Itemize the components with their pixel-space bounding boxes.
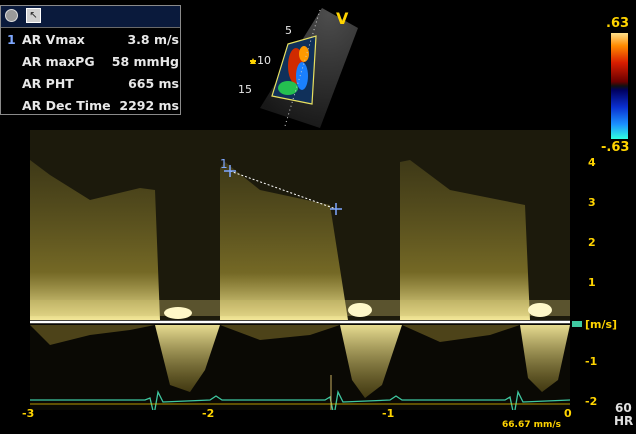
- measurement-label: AR Dec Time: [22, 98, 111, 113]
- heart-rate-value: 60: [615, 401, 632, 415]
- velocity-tick: 3: [588, 196, 596, 209]
- time-tick: -2: [202, 407, 215, 420]
- velocity-tick: 2: [588, 236, 596, 249]
- measurement-index: 1: [7, 32, 16, 47]
- measurement-value: 665 ms: [128, 76, 179, 91]
- color-bar-max: .63: [606, 16, 630, 31]
- measurement-value: 58 mmHg: [111, 54, 179, 69]
- measurement-label: AR PHT: [22, 76, 74, 91]
- measurement-label: AR maxPG: [22, 54, 95, 69]
- measurement-panel: ↖ 1 AR Vmax 3.8 m/s AR maxPG 58 mmHg AR …: [0, 5, 181, 115]
- measurement-value: 2292 ms: [119, 98, 179, 113]
- measurement-label: AR Vmax: [22, 32, 85, 47]
- color-bar-min: -.63: [601, 140, 630, 155]
- measurement-value: 3.8 m/s: [127, 32, 179, 47]
- depth-tick: 5: [285, 24, 292, 37]
- color-doppler-sector: 5 10 15: [238, 8, 358, 128]
- spectral-doppler-display[interactable]: [30, 130, 570, 410]
- depth-tick: 10: [257, 54, 271, 67]
- velocity-unit: [m/s]: [585, 318, 618, 331]
- measurement-row[interactable]: AR Dec Time 2292 ms: [1, 95, 180, 117]
- measurement-row[interactable]: AR PHT 665 ms: [1, 73, 180, 95]
- time-tick: 0: [564, 407, 572, 420]
- sweep-speed: 66.67 mm/s: [502, 420, 562, 430]
- caliper-label: 1: [220, 157, 228, 171]
- measurement-row[interactable]: AR maxPG 58 mmHg: [1, 51, 180, 73]
- velocity-tick: -2: [585, 395, 598, 408]
- velocity-tick: -1: [585, 355, 598, 368]
- velocity-tick: 4: [588, 156, 596, 169]
- heart-rate-label: HR: [614, 414, 634, 428]
- color-velocity-bar: [611, 33, 628, 139]
- depth-tick: 15: [238, 83, 252, 96]
- baseline-marker-icon[interactable]: [572, 321, 582, 327]
- time-tick: -1: [382, 407, 395, 420]
- cursor-select-icon[interactable]: ↖: [26, 8, 41, 23]
- velocity-tick: 1: [588, 276, 596, 289]
- view-label: V: [336, 9, 349, 28]
- time-tick: -3: [22, 407, 35, 420]
- measurement-row[interactable]: 1 AR Vmax 3.8 m/s: [1, 29, 180, 51]
- record-icon[interactable]: [5, 9, 18, 22]
- measurement-titlebar: ↖: [1, 6, 180, 28]
